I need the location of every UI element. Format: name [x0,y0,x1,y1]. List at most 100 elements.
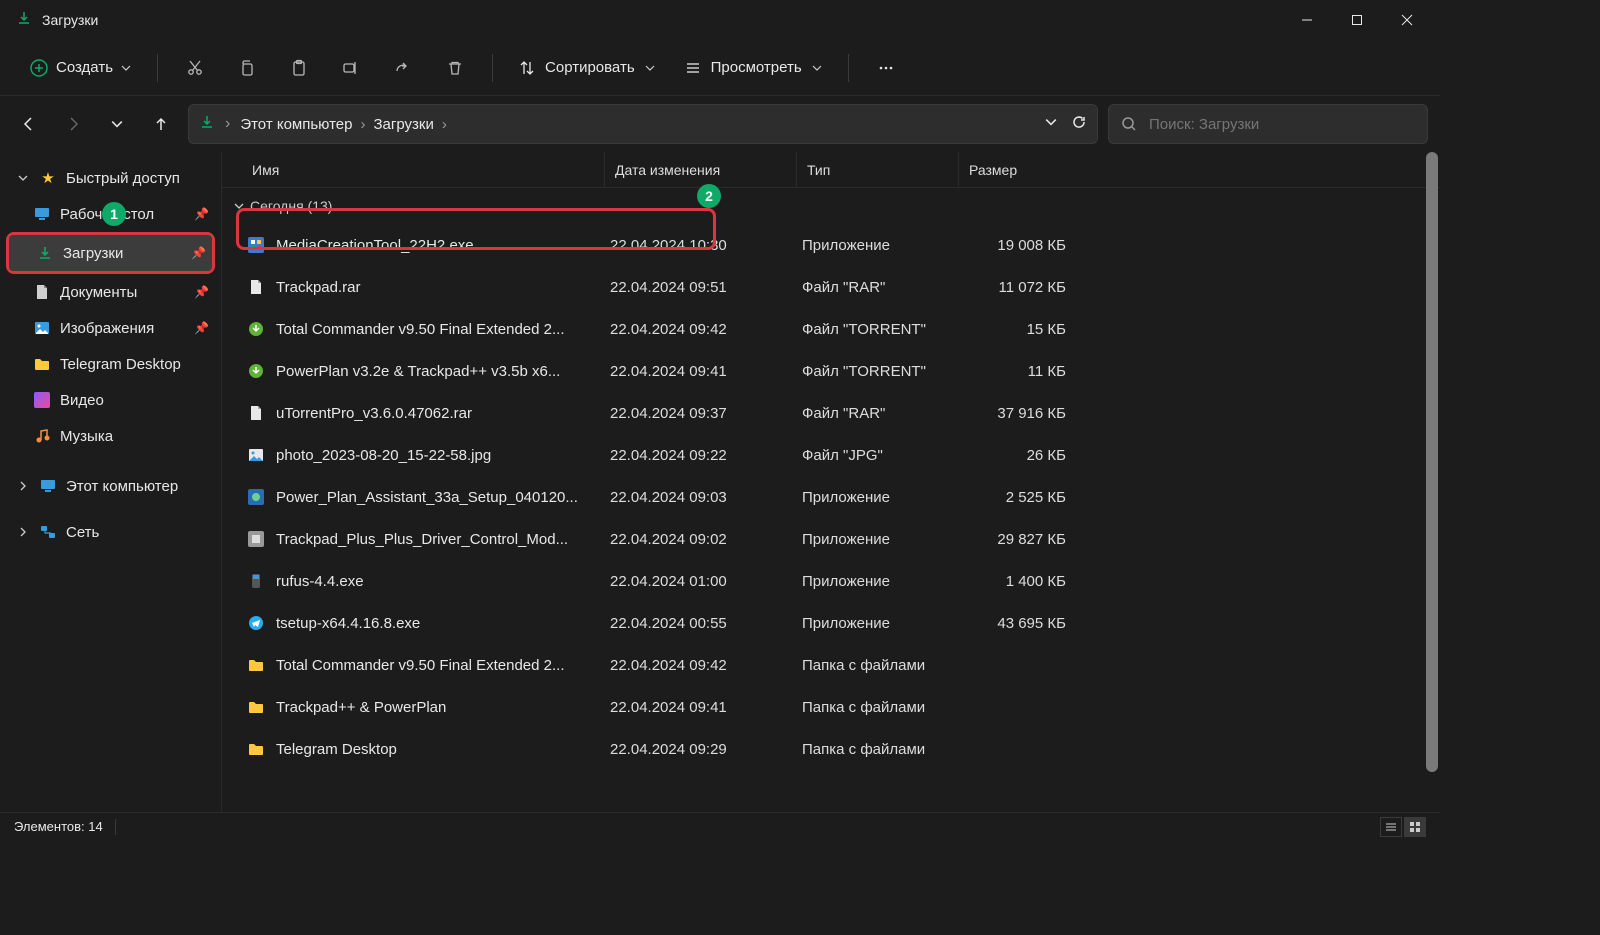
file-row[interactable]: uTorrentPro_v3.6.0.47062.rar22.04.2024 0… [222,392,1440,434]
scrollbar-thumb[interactable] [1426,152,1438,772]
pin-icon: 📌 [194,321,209,335]
file-name: Total Commander v9.50 Final Extended 2..… [276,321,610,338]
folder-icon [32,354,52,374]
sidebar-item-label: Изображения [60,320,154,337]
sidebar-item-pictures[interactable]: Изображения 📌 [6,310,215,346]
column-type[interactable]: Тип [796,152,958,187]
copy-button[interactable] [224,48,270,88]
file-row[interactable]: photo_2023-08-20_15-22-58.jpg22.04.2024 … [222,434,1440,476]
file-icon [246,361,266,381]
sidebar-item-telegram-desktop[interactable]: Telegram Desktop [6,346,215,382]
sidebar-item-videos[interactable]: Видео [6,382,215,418]
file-icon [246,487,266,507]
file-size: 1 400 КБ [964,573,1084,590]
file-row[interactable]: Trackpad++ & PowerPlan22.04.2024 09:41Па… [222,686,1440,728]
back-button[interactable] [12,107,46,141]
file-row[interactable]: rufus-4.4.exe22.04.2024 01:00Приложение1… [222,560,1440,602]
file-row[interactable]: Power_Plan_Assistant_33a_Setup_040120...… [222,476,1440,518]
file-type: Приложение [802,573,964,590]
sidebar-item-downloads[interactable]: Загрузки 📌 [9,235,212,271]
download-icon [16,10,32,31]
maximize-button[interactable] [1332,0,1382,40]
close-button[interactable] [1382,0,1432,40]
breadcrumb-downloads[interactable]: Загрузки [374,116,434,133]
file-type: Файл "RAR" [802,405,964,422]
file-row[interactable]: Trackpad_Plus_Plus_Driver_Control_Mod...… [222,518,1440,560]
breadcrumb-separator: › [361,116,366,133]
chevron-right-icon [16,481,30,491]
sort-label: Сортировать [545,59,635,76]
up-button[interactable] [144,107,178,141]
file-type: Файл "JPG" [802,447,964,464]
star-icon: ★ [38,168,58,188]
nav-row: › Этот компьютер › Загрузки › [0,96,1440,152]
sort-icon [519,60,535,76]
pin-icon: 📌 [191,246,206,260]
plus-circle-icon [30,59,48,77]
file-date: 22.04.2024 09:02 [610,531,802,548]
file-name: Total Commander v9.50 Final Extended 2..… [276,657,610,674]
column-date[interactable]: Дата изменения [604,152,796,187]
file-name: Trackpad.rar [276,279,610,296]
file-icon [246,445,266,465]
sidebar-item-documents[interactable]: Документы 📌 [6,274,215,310]
file-row[interactable]: Total Commander v9.50 Final Extended 2..… [222,308,1440,350]
delete-button[interactable] [432,48,478,88]
search-icon [1121,116,1137,132]
file-row[interactable]: tsetup-x64.4.16.8.exe22.04.2024 00:55При… [222,602,1440,644]
file-date: 22.04.2024 09:41 [610,363,802,380]
view-button[interactable]: Просмотреть [673,53,834,82]
recent-button[interactable] [100,107,134,141]
cut-button[interactable] [172,48,218,88]
thumbnails-view-toggle[interactable] [1404,817,1426,837]
address-bar[interactable]: › Этот компьютер › Загрузки › [188,104,1098,144]
file-type: Приложение [802,489,964,506]
rename-button[interactable] [328,48,374,88]
scrollbar[interactable] [1426,152,1438,812]
column-headers: Имя Дата изменения Тип Размер [222,152,1440,188]
titlebar: Загрузки [0,0,1440,40]
view-label: Просмотреть [711,59,802,76]
group-header[interactable]: Сегодня (13) [222,188,1440,224]
details-view-toggle[interactable] [1380,817,1402,837]
paste-button[interactable] [276,48,322,88]
file-icon [246,613,266,633]
file-icon [246,655,266,675]
file-name: rufus-4.4.exe [276,573,610,590]
file-type: Файл "TORRENT" [802,363,964,380]
address-expand-icon[interactable] [1045,115,1057,133]
sidebar-this-pc[interactable]: Этот компьютер [6,468,215,504]
file-icon [246,319,266,339]
refresh-button[interactable] [1071,114,1087,135]
monitor-icon [32,204,52,224]
breadcrumb-this-pc[interactable]: Этот компьютер [240,116,352,133]
file-size: 2 525 КБ [964,489,1084,506]
file-name: MediaCreationTool_22H2.exe [276,237,610,254]
file-size: 37 916 КБ [964,405,1084,422]
chevron-down-icon [234,201,244,211]
file-date: 22.04.2024 09:03 [610,489,802,506]
file-date: 22.04.2024 09:29 [610,741,802,758]
sidebar-label: Сеть [66,524,99,541]
more-button[interactable] [863,48,909,88]
window-title: Загрузки [42,12,98,28]
minimize-button[interactable] [1282,0,1332,40]
file-row[interactable]: Trackpad.rar22.04.2024 09:51Файл "RAR"11… [222,266,1440,308]
file-row[interactable]: Telegram Desktop22.04.2024 09:29Папка с … [222,728,1440,770]
sidebar-network[interactable]: Сеть [6,514,215,550]
forward-button[interactable] [56,107,90,141]
file-row[interactable]: MediaCreationTool_22H2.exe22.04.2024 10:… [222,224,1440,266]
column-name[interactable]: Имя [252,162,604,178]
sort-button[interactable]: Сортировать [507,53,667,82]
file-row[interactable]: PowerPlan v3.2e & Trackpad++ v3.5b x6...… [222,350,1440,392]
file-row[interactable]: Total Commander v9.50 Final Extended 2..… [222,644,1440,686]
search-input[interactable] [1149,116,1415,133]
file-date: 22.04.2024 01:00 [610,573,802,590]
new-button[interactable]: Создать [18,53,143,83]
sidebar-quick-access[interactable]: ★ Быстрый доступ [6,160,215,196]
share-button[interactable] [380,48,426,88]
search-box[interactable] [1108,104,1428,144]
status-item-count: Элементов: 14 [14,819,103,834]
column-size[interactable]: Размер [958,152,1078,187]
sidebar-item-music[interactable]: Музыка [6,418,215,454]
